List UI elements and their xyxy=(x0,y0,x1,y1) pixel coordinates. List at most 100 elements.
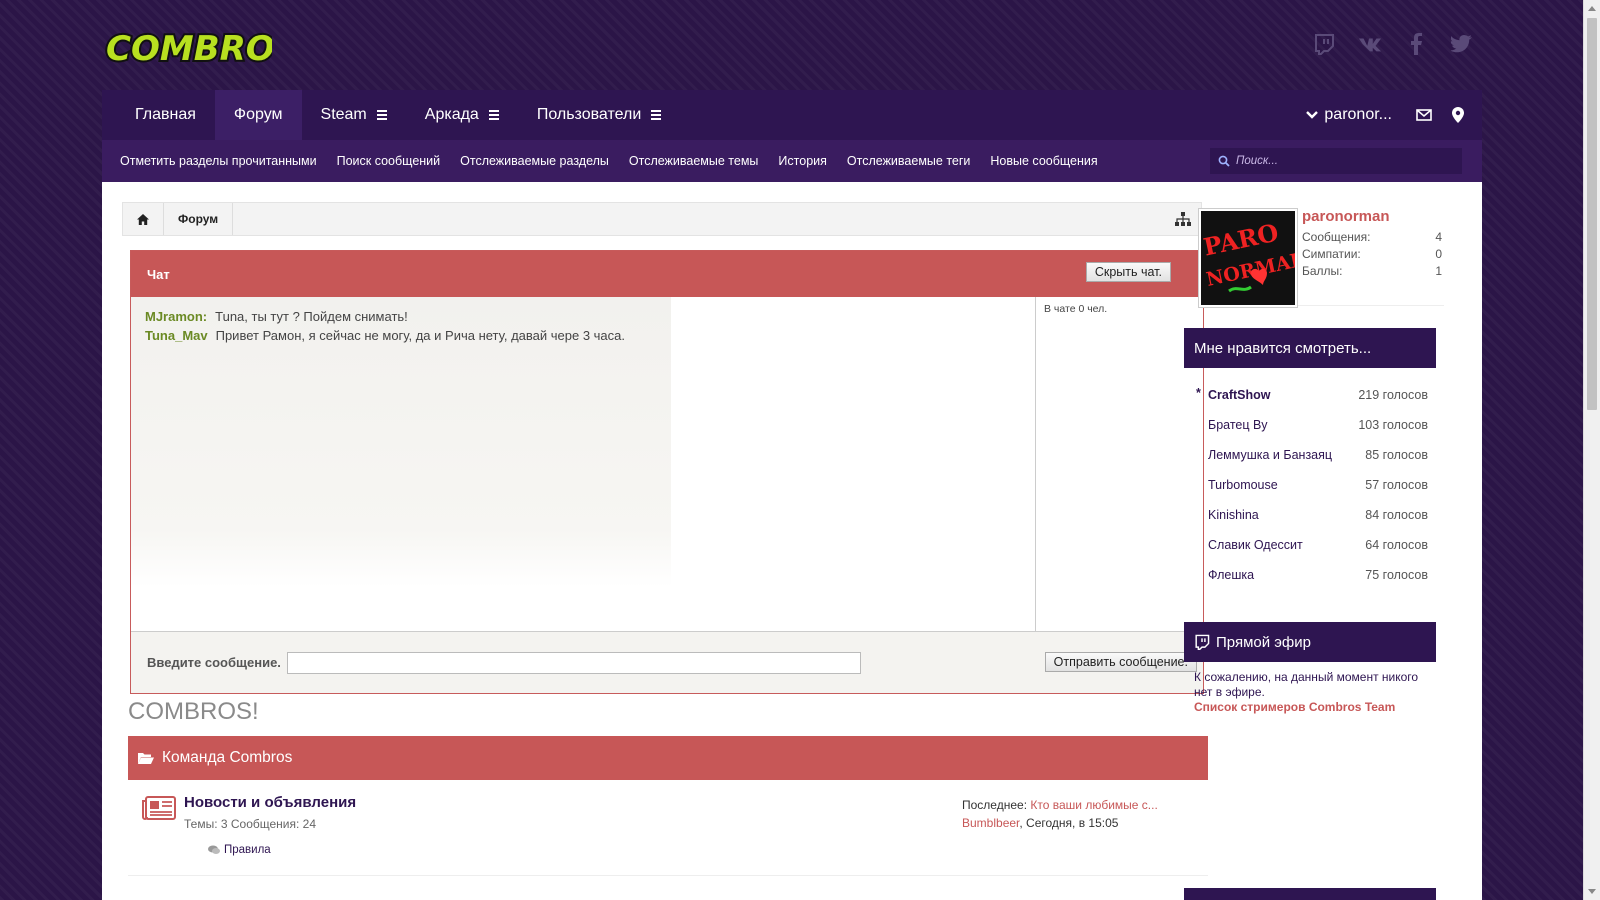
map-marker-icon[interactable] xyxy=(1448,105,1468,125)
subnav-link-watched-forums[interactable]: Отслеживаемые разделы xyxy=(460,154,609,168)
nav-tab-arcade[interactable]: Аркада xyxy=(406,90,518,140)
poll-item-name: Turbomouse xyxy=(1208,478,1278,492)
chat-input-label: Введите сообщение. xyxy=(147,655,281,670)
search-input[interactable] xyxy=(1236,155,1446,167)
nav-tab-label: Главная xyxy=(135,106,196,123)
vk-icon[interactable] xyxy=(1358,32,1382,56)
chat-message: MJramon: Tuna, ты тут ? Пойдем снимать! xyxy=(145,309,657,324)
category-header[interactable]: Команда Combros xyxy=(128,736,1208,780)
chat-nick[interactable]: Tuna_Mav xyxy=(145,328,208,343)
user-menu[interactable]: paronor... xyxy=(1306,106,1392,124)
poll-item-name: Славик Одессит xyxy=(1208,538,1303,552)
chevron-down-icon xyxy=(1306,111,1319,119)
nav-tab-label: Аркада xyxy=(424,106,479,123)
live-title: Прямой эфир xyxy=(1216,633,1311,651)
stat-value: 4 xyxy=(1435,230,1442,244)
stat-value: 1 xyxy=(1435,264,1442,278)
stat-label: Баллы: xyxy=(1302,264,1343,278)
sidebar-block xyxy=(1184,888,1436,900)
subnav-link-history[interactable]: История xyxy=(778,154,826,168)
poll-item-votes: 84 голосов xyxy=(1365,508,1428,522)
svg-text:COMBROS: COMBROS xyxy=(106,29,272,69)
streamers-list-link[interactable]: Список стримеров Combros Team xyxy=(1194,700,1395,714)
poll-item-name: Kinishina xyxy=(1208,508,1259,522)
poll-item-name: Братец Ву xyxy=(1208,418,1268,432)
nav-tab-users[interactable]: Пользователи xyxy=(518,90,680,140)
subnav-link-watched-tags[interactable]: Отслеживаемые теги xyxy=(847,154,971,168)
comments-icon xyxy=(208,845,220,854)
nav-tab-steam[interactable]: Steam xyxy=(302,90,406,140)
subnav-link-new-posts[interactable]: Новые сообщения xyxy=(990,154,1097,168)
chat-box: Чат Скрыть чат. MJramon: Tuna, ты тут ? П… xyxy=(130,250,1204,694)
poll-item-votes: 75 голосов xyxy=(1365,568,1428,582)
chat-message-input[interactable] xyxy=(286,651,861,674)
site-logo[interactable]: COMBROS xyxy=(102,22,301,71)
subforum-link[interactable]: Правила xyxy=(208,844,271,856)
nav-tab-label: Steam xyxy=(320,106,367,123)
breadcrumb-forum[interactable]: Форум xyxy=(164,203,232,235)
stat-label: Сообщения: xyxy=(1302,230,1371,244)
page-scrollbar[interactable] xyxy=(1583,0,1600,900)
menu-icon[interactable] xyxy=(651,110,662,120)
nav-tab-home[interactable]: Главная xyxy=(116,90,215,140)
main-navbar: Главная Форум Steam Аркада Пользователи … xyxy=(102,90,1482,140)
nav-tab-label: Форум xyxy=(233,106,283,123)
username-label: paronor... xyxy=(1324,106,1392,123)
poll-item[interactable]: Леммушка и Банзаяц 85 голосов xyxy=(1196,440,1428,470)
subnav-link-search[interactable]: Поиск сообщений xyxy=(337,154,441,168)
scrollbar-thumb[interactable] xyxy=(1587,18,1597,410)
chat-online-count: В чате 0 чел. xyxy=(1035,297,1203,631)
forum-title[interactable]: Новости и объявления xyxy=(184,794,356,811)
chat-body: MJramon: Tuna, ты тут ? Пойдем снимать! T… xyxy=(131,297,1203,631)
sub-navbar: Отметить разделы прочитанными Поиск сооб… xyxy=(102,140,1482,182)
stat-value: 0 xyxy=(1435,247,1442,261)
last-post-label: Последнее: xyxy=(962,798,1028,812)
live-status-text: К сожалению, на данный момент никого нет… xyxy=(1194,670,1419,699)
hide-chat-button[interactable]: Скрыть чат. xyxy=(1085,262,1171,282)
nav-tab-label: Пользователи xyxy=(536,106,642,123)
twitch-icon xyxy=(1195,634,1210,650)
folder-open-icon xyxy=(138,752,154,764)
home-icon xyxy=(137,213,149,225)
avatar[interactable]: PARO NORMAL xyxy=(1198,208,1306,308)
subnav-link-mark-read[interactable]: Отметить разделы прочитанными xyxy=(120,154,317,168)
sitemap-icon[interactable] xyxy=(1175,211,1191,230)
poll-item[interactable]: Turbomouse 57 голосов xyxy=(1196,470,1428,500)
profile-stats: Сообщения: 4 Симпатии: 0 Баллы: 1 xyxy=(1302,230,1442,281)
poll-item-votes: 103 голосов xyxy=(1358,418,1428,432)
nav-tab-forum[interactable]: Форум xyxy=(214,90,302,140)
last-post-link[interactable]: Кто ваши любимые с... xyxy=(1030,798,1157,812)
poll-item[interactable]: Славик Одессит 64 голосов xyxy=(1196,530,1428,560)
poll-header: Мне нравится смотреть... xyxy=(1184,328,1436,368)
poll-item[interactable]: Братец Ву 103 голосов xyxy=(1196,410,1428,440)
poll-item[interactable]: Kinishina 84 голосов xyxy=(1196,500,1428,530)
breadcrumb-home[interactable] xyxy=(123,203,163,235)
chat-text: Привет Рамон, я сейчас не могу, да и Рич… xyxy=(215,328,626,343)
poll-title: Мне нравится смотреть... xyxy=(1194,339,1372,357)
envelope-icon[interactable] xyxy=(1414,105,1434,125)
profile-name[interactable]: paronorman xyxy=(1302,208,1390,225)
stat-label: Симпатии: xyxy=(1302,247,1361,261)
chat-title: Чат xyxy=(147,266,170,282)
scroll-down-icon[interactable] xyxy=(1588,889,1596,894)
last-post: Последнее: Кто ваши любимые с... Bumblbe… xyxy=(962,796,1158,832)
poll-item-votes: 57 голосов xyxy=(1365,478,1428,492)
poll-item-name: Флешка xyxy=(1208,568,1255,582)
forum-stats: Темы: 3 Сообщения: 24 xyxy=(184,817,317,831)
chat-nick[interactable]: MJramon: xyxy=(145,309,207,324)
facebook-icon[interactable] xyxy=(1404,32,1428,56)
menu-icon[interactable] xyxy=(488,110,499,120)
last-post-user[interactable]: Bumblbeer xyxy=(962,816,1019,830)
chat-message: Tuna_Mav Привет Рамон, я сейчас не могу, … xyxy=(145,328,657,343)
category-title: Команда Combros xyxy=(162,749,293,766)
menu-icon[interactable] xyxy=(376,110,387,120)
poll-item[interactable]: Флешка 75 голосов xyxy=(1196,560,1428,590)
poll-item-votes: 85 голосов xyxy=(1365,448,1428,462)
twitch-icon[interactable] xyxy=(1312,32,1336,56)
send-message-button[interactable]: Отправить сообщение. xyxy=(1044,652,1197,672)
last-post-time: , Сегодня, в 15:05 xyxy=(1019,816,1119,830)
scroll-up-icon[interactable] xyxy=(1588,6,1596,11)
poll-item[interactable]: CraftShow 219 голосов xyxy=(1196,380,1428,410)
twitter-icon[interactable] xyxy=(1450,32,1474,56)
subnav-link-watched-threads[interactable]: Отслеживаемые темы xyxy=(629,154,759,168)
